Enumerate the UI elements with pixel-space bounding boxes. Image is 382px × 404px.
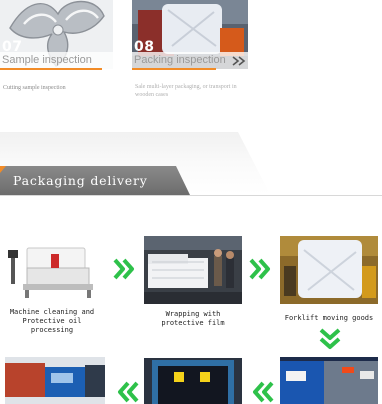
card-underline	[132, 68, 216, 70]
chevron-double-left-icon	[118, 381, 139, 403]
chevron-double-down-icon	[319, 328, 341, 349]
section-title: Packaging delivery	[13, 173, 148, 188]
banner-divider	[0, 195, 382, 196]
step-machine-image	[5, 238, 101, 304]
step-caption: Forklift moving goods	[284, 314, 374, 322]
step-caption: Machine cleaning and Protective oil proc…	[9, 308, 95, 334]
card-title: Sample inspection	[0, 52, 113, 69]
chevron-double-right-icon	[232, 56, 246, 66]
card-description: Sale multi-layer packaging, or transport…	[135, 84, 237, 98]
chevron-double-left-icon	[253, 381, 274, 403]
card-title: Packing inspection	[132, 52, 248, 69]
packing-inspection-card: 08 Packing inspection	[132, 0, 248, 69]
card-description: Cutting sample inspection	[3, 85, 66, 91]
step-forklift-image	[280, 236, 378, 304]
card-underline	[0, 68, 102, 70]
chevron-double-right-icon	[249, 258, 270, 280]
container-shipping-image	[280, 357, 378, 404]
container-loading-image	[144, 358, 242, 404]
step-caption: Wrapping with protective film	[161, 310, 225, 327]
step-wrapping-image	[144, 236, 242, 304]
chevron-double-right-icon	[113, 258, 134, 280]
loading-truck-image	[5, 357, 105, 404]
sample-inspection-card: 07 Sample inspection	[0, 0, 113, 69]
